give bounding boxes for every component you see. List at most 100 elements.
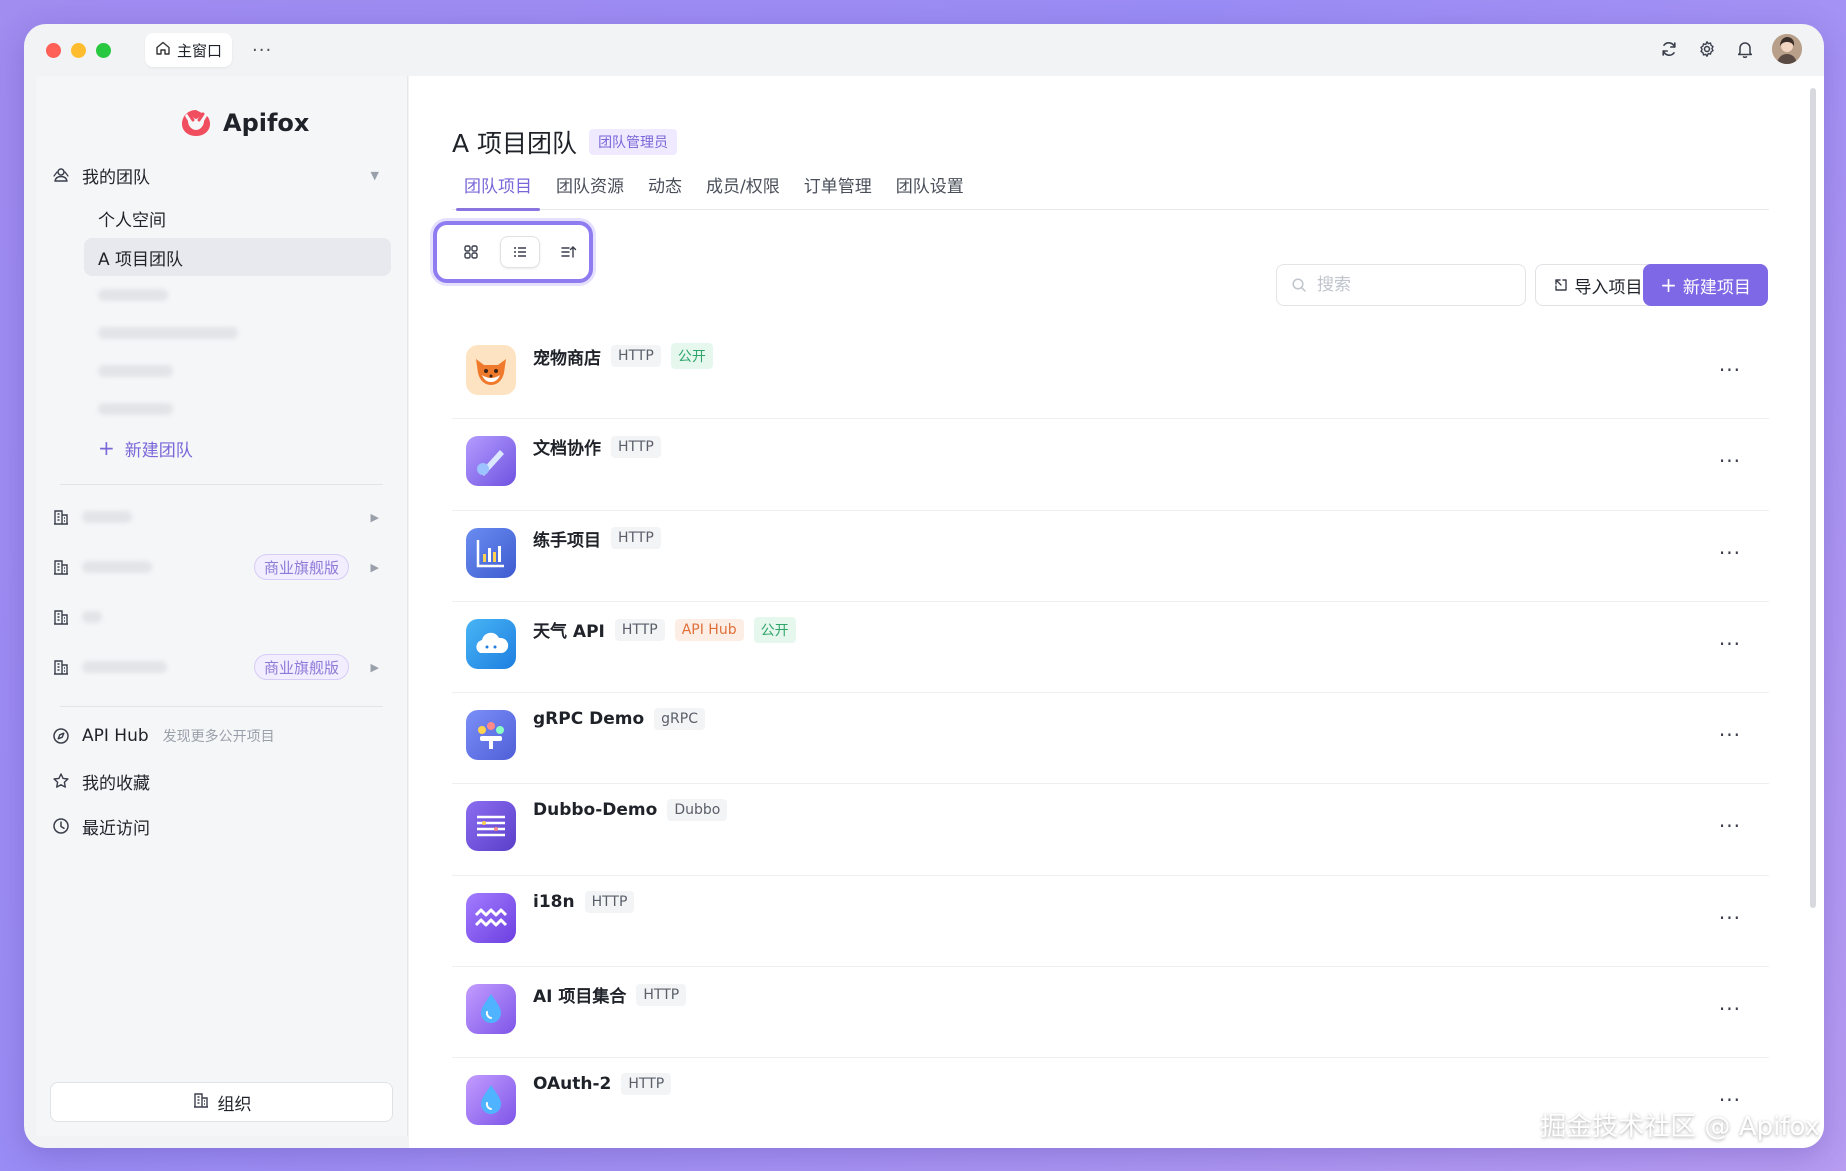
chevron-right-icon[interactable]: ▶ (371, 661, 379, 674)
plus-icon: + (98, 436, 115, 460)
project-row[interactable]: gRPC Demo gRPC ··· (452, 693, 1769, 785)
project-name[interactable]: 文档协作 (533, 434, 601, 459)
refresh-icon[interactable] (1658, 38, 1680, 60)
tab-members-permissions[interactable]: 成员/权限 (694, 160, 792, 210)
new-project-label: 新建项目 (1682, 277, 1751, 298)
tab-activity[interactable]: 动态 (636, 160, 694, 210)
sidebar-item-blurred-team-3[interactable] (84, 352, 391, 390)
project-info: Dubbo-Demo Dubbo (533, 799, 728, 822)
drop-icon (466, 984, 516, 1035)
project-name[interactable]: gRPC Demo (533, 709, 644, 729)
more-options-icon[interactable]: ··· (1719, 906, 1741, 930)
project-name[interactable]: 宠物商店 (533, 344, 601, 369)
project-row[interactable]: 天气 API HTTP API Hub 公开 ··· (452, 602, 1769, 694)
project-row[interactable]: i18n HTTP ··· (452, 876, 1769, 968)
clock-icon (50, 815, 72, 837)
more-options-icon[interactable]: ··· (1719, 541, 1741, 565)
project-status-tag: 公开 (670, 343, 713, 369)
cloud-icon (466, 618, 516, 669)
team-icon (466, 710, 516, 761)
tab-orders[interactable]: 订单管理 (792, 160, 884, 210)
import-project-button[interactable]: 导入项目 (1535, 264, 1660, 306)
close-window-button[interactable] (46, 42, 61, 58)
sidebar-divider (60, 484, 383, 485)
maximize-window-button[interactable] (96, 42, 111, 58)
tab-team-settings[interactable]: 团队设置 (884, 160, 976, 210)
apifox-logo-icon (182, 110, 210, 136)
sort-button[interactable] (550, 236, 589, 268)
user-avatar[interactable] (1772, 34, 1802, 64)
more-options-icon[interactable]: ··· (1719, 814, 1741, 838)
comet-icon (466, 436, 516, 487)
org-item-3[interactable] (50, 598, 393, 636)
project-info: AI 项目集合 HTTP (533, 982, 687, 1007)
project-type-tag: gRPC (654, 708, 705, 731)
scrollbar[interactable] (1810, 88, 1816, 908)
project-row[interactable]: 文档协作 HTTP ··· (452, 419, 1769, 511)
my-teams-header[interactable]: 我的团队 ▼ (50, 156, 393, 194)
org-item-2[interactable]: 商业旗舰版 ▶ (50, 548, 393, 586)
project-name[interactable]: 练手项目 (533, 526, 601, 551)
sidebar-item-personal-space[interactable]: 个人空间 (84, 199, 391, 237)
sidebar-item-recent[interactable]: 最近访问 (50, 807, 393, 845)
more-options-icon[interactable]: ··· (1719, 997, 1741, 1021)
project-row[interactable]: 宠物商店 HTTP 公开 ··· (452, 328, 1769, 420)
org-item-1[interactable]: ▶ (50, 498, 393, 536)
tab-team-projects[interactable]: 团队项目 (452, 160, 544, 211)
sidebar-item-api-hub[interactable]: API Hub 发现更多公开项目 (50, 717, 393, 755)
sidebar-item-blurred-team-1[interactable] (84, 276, 391, 314)
api-hub-label: API Hub (82, 726, 149, 746)
project-name[interactable]: Dubbo-Demo (533, 800, 657, 820)
blurred-text (98, 365, 173, 377)
project-list: 宠物商店 HTTP 公开 ··· 文档协作 HTTP ··· 练手项目 HTTP ··· 天气 AP… (452, 328, 1769, 1148)
sidebar-item-active-team[interactable]: A 项目团队 (84, 238, 391, 276)
project-info: 天气 API HTTP API Hub 公开 (533, 616, 796, 643)
tab-team-resources[interactable]: 团队资源 (544, 160, 636, 210)
titlebar-actions (1658, 34, 1802, 64)
sidebar-item-favorites[interactable]: 我的收藏 (50, 762, 393, 800)
role-badge: 团队管理员 (589, 129, 678, 155)
project-row[interactable]: Dubbo-Demo Dubbo ··· (452, 784, 1769, 876)
more-options-icon[interactable]: ··· (1719, 358, 1741, 382)
titlebar: 主窗口 ··· (24, 24, 1824, 76)
sidebar-item-label: 个人空间 (98, 210, 166, 231)
org-item-4[interactable]: 商业旗舰版 ▶ (50, 648, 393, 686)
notification-bell-icon[interactable] (1734, 38, 1756, 60)
minimize-window-button[interactable] (71, 42, 86, 58)
search-box[interactable] (1276, 264, 1526, 306)
more-options-icon[interactable]: ··· (1719, 632, 1741, 656)
chevron-down-icon[interactable]: ▼ (371, 169, 379, 182)
more-tabs-button[interactable]: ··· (252, 40, 272, 61)
project-row[interactable]: 练手项目 HTTP ··· (452, 511, 1769, 602)
sort-icon (561, 246, 577, 258)
project-info: gRPC Demo gRPC (533, 708, 705, 731)
project-row[interactable]: AI 项目集合 HTTP ··· (452, 967, 1769, 1059)
project-info: i18n HTTP (533, 890, 635, 913)
building-icon (50, 506, 72, 528)
search-icon (1292, 278, 1306, 292)
my-teams-label: 我的团队 (82, 167, 150, 188)
project-name[interactable]: AI 项目集合 (533, 982, 626, 1007)
more-options-icon[interactable]: ··· (1719, 449, 1741, 473)
sidebar-item-blurred-team-2[interactable] (84, 314, 391, 352)
new-project-button[interactable]: + 新建项目 (1643, 264, 1768, 306)
more-options-icon[interactable]: ··· (1719, 723, 1741, 747)
project-name[interactable]: 天气 API (533, 617, 605, 642)
new-team-button[interactable]: + 新建团队 (84, 429, 391, 467)
grid-view-button[interactable] (451, 236, 490, 268)
watermark: 掘金技术社区 @ Apifox (1540, 1112, 1820, 1142)
sidebar-item-blurred-team-4[interactable] (84, 390, 391, 428)
project-name[interactable]: OAuth-2 (533, 1074, 611, 1094)
search-input[interactable] (1317, 275, 1487, 295)
blurred-text (82, 611, 102, 623)
list-view-button[interactable] (500, 236, 540, 268)
import-project-label: 导入项目 (1574, 277, 1643, 298)
main-window-tab[interactable]: 主窗口 (145, 33, 233, 67)
chevron-right-icon[interactable]: ▶ (371, 511, 379, 524)
plus-icon: + (1660, 273, 1677, 297)
chevron-right-icon[interactable]: ▶ (371, 561, 379, 574)
apifox-logo: Apifox (179, 106, 309, 140)
organization-button[interactable]: 组织 (50, 1082, 393, 1122)
settings-gear-icon[interactable] (1696, 38, 1718, 60)
project-name[interactable]: i18n (533, 892, 575, 912)
